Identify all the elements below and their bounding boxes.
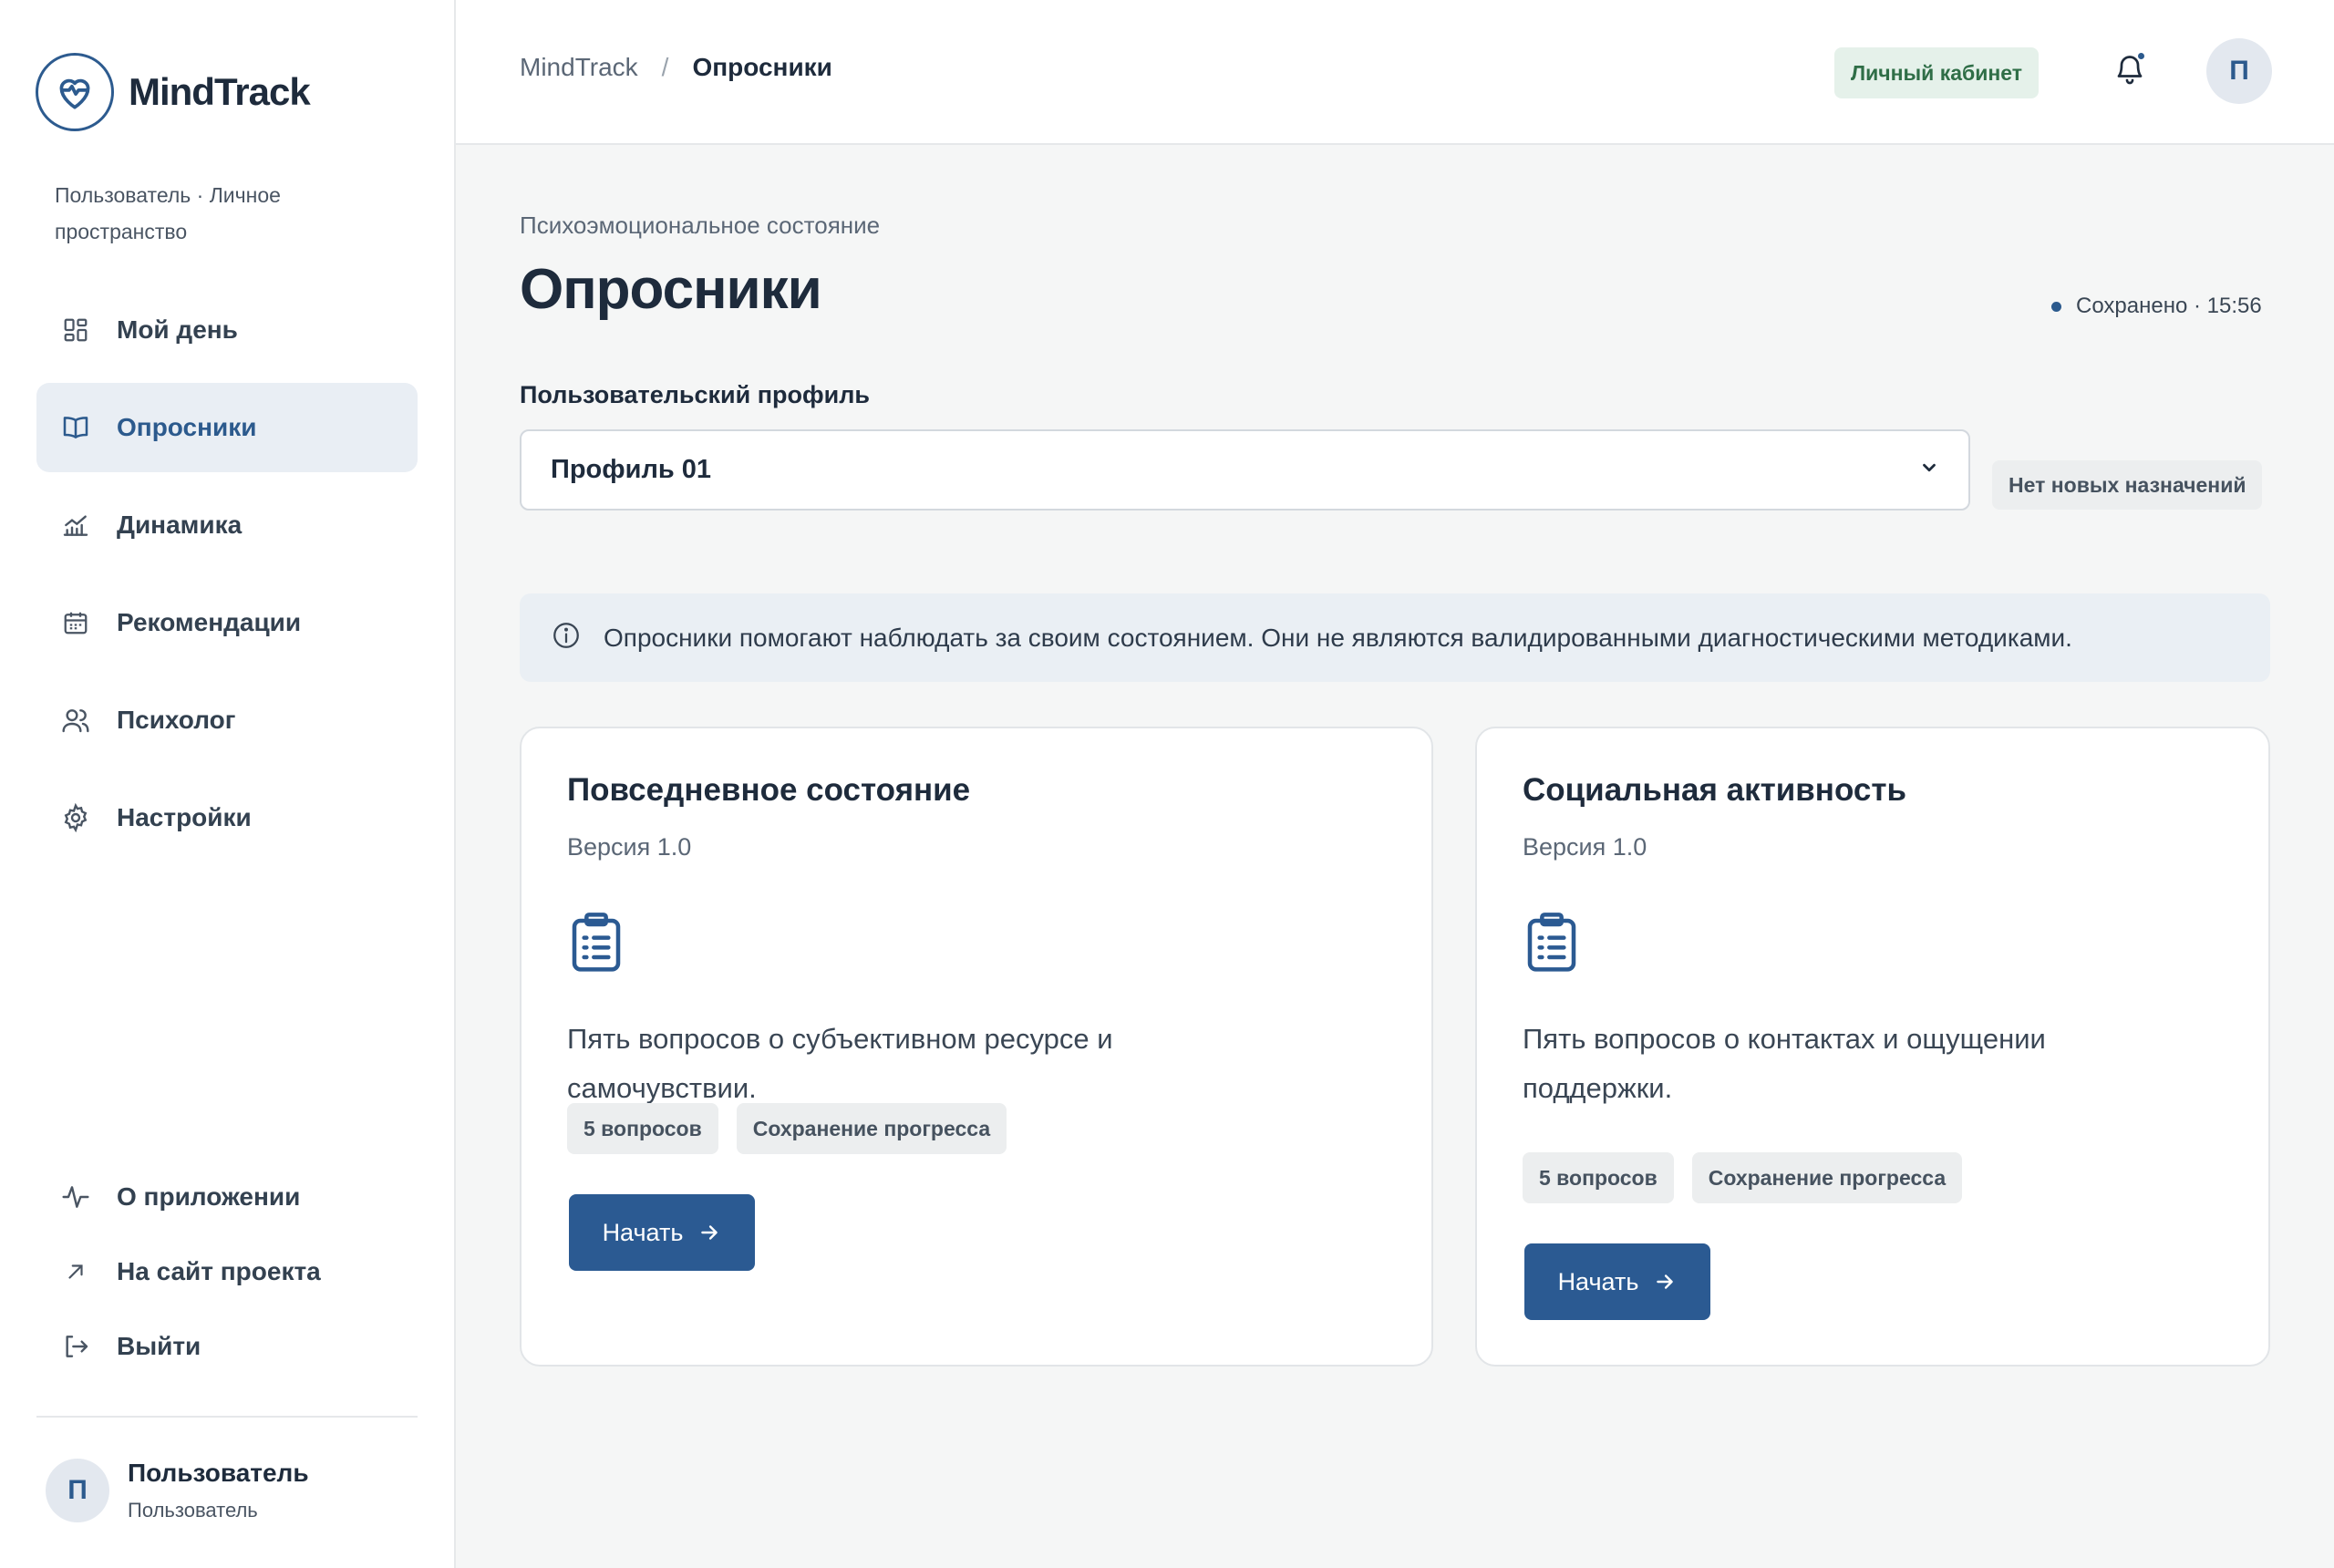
logout-icon xyxy=(60,1331,91,1362)
card-tags: 5 вопросов Сохранение прогресса xyxy=(567,1103,1025,1154)
breadcrumb-root[interactable]: MindTrack xyxy=(520,53,638,82)
nav-label: Настройки xyxy=(117,803,252,831)
notifications-button[interactable] xyxy=(2106,47,2153,95)
info-text: Опросники помогают наблюдать за своим со… xyxy=(604,623,2072,652)
start-button[interactable]: Начать xyxy=(1524,1243,1710,1320)
card-version: Версия 1.0 xyxy=(1523,833,1647,861)
page-eyebrow: Психоэмоциональное состояние xyxy=(520,211,881,239)
nav-label: Опросники xyxy=(117,413,257,441)
clipboard-list-icon xyxy=(1523,911,1586,975)
chart-icon xyxy=(60,510,91,541)
page-title: Опросники xyxy=(520,258,822,321)
sidebar: MindTrack Пользователь · Личное простран… xyxy=(0,0,456,1568)
nav-item-settings[interactable]: Настройки xyxy=(36,773,418,862)
secondary-nav: О приложении На сайт проекта Выйти xyxy=(36,1160,418,1384)
workspace-context: Пользователь · Личное пространство xyxy=(55,183,281,243)
personal-cabinet-badge: Личный кабинет xyxy=(1834,47,2039,98)
start-button[interactable]: Начать xyxy=(569,1194,755,1271)
breadcrumb: MindTrack / Опросники xyxy=(520,53,832,82)
clipboard-list-icon xyxy=(567,911,631,975)
grid-icon xyxy=(60,315,91,346)
arrow-right-icon xyxy=(1653,1270,1677,1294)
nav-label: Выйти xyxy=(117,1332,201,1360)
chevron-down-icon xyxy=(1919,458,1939,482)
topbar: MindTrack / Опросники Личный кабинет П xyxy=(456,0,2334,145)
breadcrumb-current: Опросники xyxy=(692,53,832,81)
brand-name: MindTrack xyxy=(129,70,311,113)
account-avatar[interactable]: П xyxy=(2206,38,2272,104)
external-arrow-icon xyxy=(60,1256,91,1287)
tag-progress-saving: Сохранение прогресса xyxy=(736,1103,1007,1154)
tag-question-count: 5 вопросов xyxy=(567,1103,718,1154)
pulse-icon xyxy=(60,1181,91,1212)
sidebar-divider xyxy=(36,1416,418,1418)
notification-dot xyxy=(2136,51,2146,61)
card-tags: 5 вопросов Сохранение прогресса xyxy=(1523,1152,1980,1203)
brand[interactable]: MindTrack xyxy=(36,53,311,131)
nav-item-project-site[interactable]: На сайт проекта xyxy=(36,1234,418,1309)
nav-item-about[interactable]: О приложении xyxy=(36,1160,418,1234)
nav-item-dynamics[interactable]: Динамика xyxy=(36,480,418,570)
start-button-label: Начать xyxy=(602,1218,684,1246)
nav-label: О приложении xyxy=(117,1182,301,1211)
card-title: Социальная активность xyxy=(1523,772,1906,808)
questionnaire-card: Повседневное состояние Версия 1.0 Пять в… xyxy=(520,727,1433,1367)
save-status: Сохранено · 15:56 xyxy=(2051,294,2262,319)
arrow-right-icon xyxy=(697,1221,721,1244)
nav-label: Динамика xyxy=(117,511,243,539)
nav-label: Психолог xyxy=(117,706,236,734)
user-profile[interactable]: П Пользователь Пользователь xyxy=(46,1459,309,1522)
calendar-icon xyxy=(60,607,91,638)
nav-item-psychologist[interactable]: Психолог xyxy=(36,676,418,765)
user-name: Пользователь xyxy=(128,1459,309,1487)
users-icon xyxy=(60,705,91,736)
avatar: П xyxy=(46,1459,109,1522)
nav-label: Рекомендации xyxy=(117,608,302,636)
profile-select-label: Пользовательский профиль xyxy=(520,381,870,408)
assignments-badge: Нет новых назначений xyxy=(1992,460,2263,510)
status-dot xyxy=(2051,301,2061,312)
card-title: Повседневное состояние xyxy=(567,772,971,808)
nav-label: Мой день xyxy=(117,315,238,344)
tag-progress-saving: Сохранение прогресса xyxy=(1691,1152,1963,1203)
questionnaire-card: Социальная активность Версия 1.0 Пять во… xyxy=(1475,727,2270,1367)
card-description: Пять вопросов о субъективном ресурсе и с… xyxy=(567,1023,1113,1104)
save-status-text: Сохранено · 15:56 xyxy=(2076,294,2262,318)
start-button-label: Начать xyxy=(1557,1267,1639,1295)
breadcrumb-separator: / xyxy=(661,53,669,81)
card-version: Версия 1.0 xyxy=(567,833,692,861)
nav-item-logout[interactable]: Выйти xyxy=(36,1309,418,1384)
profile-select-value: Профиль 01 xyxy=(551,455,712,484)
user-role: Пользователь xyxy=(128,1499,258,1522)
book-icon xyxy=(60,412,91,443)
card-description: Пять вопросов о контактах и ощущении под… xyxy=(1523,1023,2046,1104)
nav-item-my-day[interactable]: Мой день xyxy=(36,285,418,375)
profile-select[interactable]: Профиль 01 xyxy=(520,429,1970,511)
heart-pulse-logo-icon xyxy=(36,53,114,131)
main-nav: Мой день Опросники Динамика Рекомендации… xyxy=(36,285,418,871)
info-icon xyxy=(551,620,582,655)
nav-item-questionnaires[interactable]: Опросники xyxy=(36,383,418,472)
nav-label: На сайт проекта xyxy=(117,1257,321,1285)
info-banner: Опросники помогают наблюдать за своим со… xyxy=(520,593,2270,682)
nav-item-recommendations[interactable]: Рекомендации xyxy=(36,578,418,667)
tag-question-count: 5 вопросов xyxy=(1523,1152,1674,1203)
gear-icon xyxy=(60,802,91,833)
